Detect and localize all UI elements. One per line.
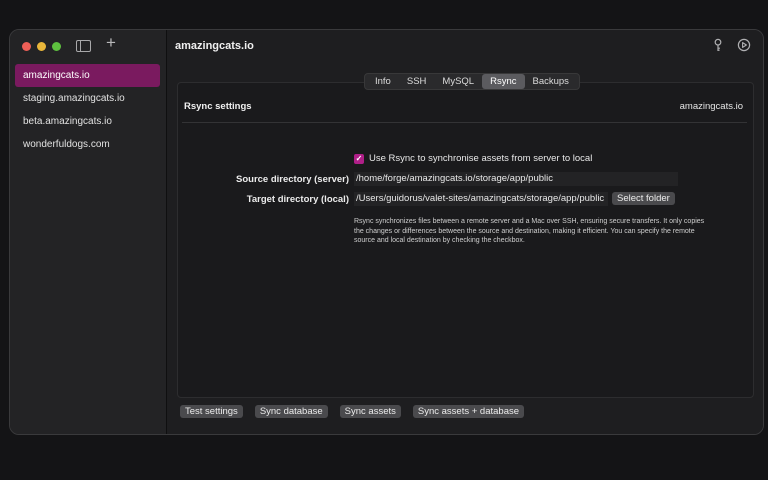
sync-assets-database-button[interactable]: Sync assets + database	[412, 405, 525, 418]
tab-info[interactable]: Info	[367, 74, 399, 89]
action-bar: Test settings Sync database Sync assets …	[180, 405, 525, 418]
sync-assets-button[interactable]: Sync assets	[339, 405, 401, 418]
close-window-button[interactable]	[22, 42, 31, 51]
app-window: + amazingcats.io staging.amazingcats.io …	[9, 29, 764, 435]
source-directory-input[interactable]	[354, 172, 678, 186]
rsync-settings-panel: Rsync settings amazingcats.io ✓ Use Rsyn…	[177, 82, 754, 398]
site-item-staging-amazingcats[interactable]: staging.amazingcats.io	[15, 87, 160, 110]
sidebar: + amazingcats.io staging.amazingcats.io …	[10, 30, 167, 434]
select-folder-button[interactable]: Select folder	[612, 192, 675, 205]
section-site-name: amazingcats.io	[679, 101, 743, 112]
main-content: amazingcats.io Info SSH MySQL Rsync Back…	[167, 30, 763, 434]
rsync-description: Rsync synchronizes files between a remot…	[354, 218, 705, 244]
sync-database-button[interactable]: Sync database	[254, 405, 328, 418]
site-item-amazingcats[interactable]: amazingcats.io	[15, 64, 160, 87]
source-directory-label: Source directory (server)	[236, 174, 349, 185]
tab-ssh[interactable]: SSH	[399, 74, 435, 89]
section-title: Rsync settings	[184, 101, 252, 112]
site-list: amazingcats.io staging.amazingcats.io be…	[15, 64, 160, 156]
use-rsync-row: ✓ Use Rsync to synchronise assets from s…	[354, 153, 592, 164]
target-directory-input[interactable]	[354, 192, 608, 206]
use-rsync-checkbox[interactable]: ✓	[354, 153, 364, 164]
plus-icon[interactable]: +	[103, 34, 119, 52]
target-directory-row: Target directory (local) Select folder	[178, 192, 753, 207]
use-rsync-label[interactable]: Use Rsync to synchronise assets from ser…	[369, 153, 592, 164]
test-settings-button[interactable]: Test settings	[180, 405, 243, 418]
play-circle-icon[interactable]	[737, 38, 751, 52]
site-title: amazingcats.io	[175, 40, 254, 52]
source-directory-row: Source directory (server)	[178, 172, 753, 187]
minimize-window-button[interactable]	[37, 42, 46, 51]
target-directory-label: Target directory (local)	[246, 194, 349, 205]
sidebar-toggle-icon[interactable]	[76, 40, 91, 52]
key-icon[interactable]	[711, 38, 725, 52]
zoom-window-button[interactable]	[52, 42, 61, 51]
site-item-beta-amazingcats[interactable]: beta.amazingcats.io	[15, 110, 160, 133]
tab-mysql[interactable]: MySQL	[434, 74, 482, 89]
divider	[182, 122, 747, 123]
tab-bar: Info SSH MySQL Rsync Backups	[364, 73, 580, 90]
tab-backups[interactable]: Backups	[525, 74, 577, 89]
tab-rsync[interactable]: Rsync	[482, 74, 525, 89]
window-controls	[22, 42, 61, 51]
site-item-wonderfuldogs[interactable]: wonderfuldogs.com	[15, 133, 160, 156]
